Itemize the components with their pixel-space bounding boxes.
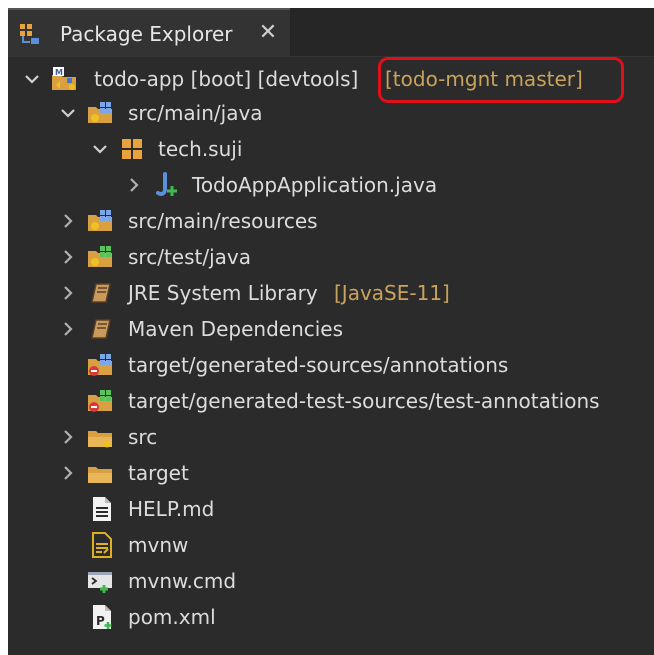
jre-version: [JavaSE-11] [334,281,450,305]
tree-item-label: pom.xml [128,605,216,629]
tree-item-label: HELP.md [128,497,215,521]
folder-icon [88,467,112,483]
tab-package-explorer[interactable]: Package Explorer ✕ [8,8,290,56]
package-icon [122,139,142,159]
tree-item-target[interactable]: target [8,456,654,490]
tree-item-label: TodoAppApplication.java [192,173,438,197]
chevron-right-icon[interactable] [58,319,78,339]
chevron-right-icon[interactable] [58,283,78,303]
tree-item-jre-system-library[interactable]: JRE System Library [JavaSE-11] [8,276,654,310]
package-explorer-view: Package Explorer ✕ M todo-app [boot] [de… [8,8,654,655]
tree-item-src-main-java[interactable]: src/main/java [8,96,654,130]
tree-item-generated-sources[interactable]: target/generated-sources/annotations [8,348,654,382]
library-icon [91,283,111,303]
package-explorer-icon [20,24,39,44]
tree-item-label: src/main/resources [128,209,318,233]
generated-source-folder-icon [88,354,112,376]
tree-item-label: target/generated-test-sources/test-annot… [128,389,600,413]
tree-item-label: tech.suji [158,137,243,161]
java-source-folder-icon [88,102,112,123]
tree-item-label: mvnw [128,533,189,557]
repository-branch: [todo-mgnt master] [385,67,583,91]
tab-title: Package Explorer [60,22,233,46]
tree-item-todo-app-application[interactable]: TodoAppApplication.java [8,168,654,202]
tree-item-tech-suji[interactable]: tech.suji [8,132,654,166]
tree-item-label: src/test/java [128,245,251,269]
tree-item-label: Maven Dependencies [128,317,344,341]
project-name: todo-app [boot] [devtools] [94,67,359,91]
tree-item-src-main-resources[interactable]: src/main/resources [8,204,654,238]
script-file-icon [92,532,112,558]
tree-item-label: src/main/java [128,101,263,125]
test-source-folder-icon [88,246,112,267]
tree-item-label: mvnw.cmd [128,569,237,593]
java-class-icon [156,172,177,196]
cmd-file-icon [88,572,112,593]
tree-item-label: target/generated-sources/annotations [128,353,509,377]
chevron-down-icon[interactable] [22,69,42,89]
tree-item-mvnw[interactable]: mvnw [8,528,654,562]
library-icon [91,319,111,339]
close-icon[interactable]: ✕ [256,21,280,45]
tree-item-pom-xml[interactable]: P pom.xml [8,600,654,634]
tree-item-src-test-java[interactable]: src/test/java [8,240,654,274]
maven-project-icon: M [52,67,76,90]
source-folder-icon [88,210,112,231]
chevron-down-icon[interactable] [58,103,78,123]
svg-text:P: P [96,614,105,628]
chevron-right-icon[interactable] [58,463,78,483]
chevron-right-icon[interactable] [58,427,78,447]
tree-item-project[interactable]: M todo-app [boot] [devtools] [todo-mgnt … [8,62,654,96]
tree-item-label: src [128,425,158,449]
chevron-down-icon[interactable] [90,139,110,159]
svg-text:M: M [55,68,63,77]
tree-item-src[interactable]: src [8,420,654,454]
chevron-right-icon[interactable] [58,247,78,267]
folder-icon [88,431,112,448]
chevron-right-icon[interactable] [124,175,144,195]
tree-item-label: target [128,461,189,485]
tree-item-maven-dependencies[interactable]: Maven Dependencies [8,312,654,346]
pom-file-icon: P [93,605,112,629]
generated-source-folder-icon [88,390,112,412]
tree-item-label: JRE System Library [128,281,318,305]
text-file-icon [93,497,111,521]
tree-item-mvnw-cmd[interactable]: mvnw.cmd [8,564,654,598]
chevron-right-icon[interactable] [58,211,78,231]
tree-item-generated-test-sources[interactable]: target/generated-test-sources/test-annot… [8,384,654,418]
view-tab-bar: Package Explorer ✕ [8,8,654,57]
tree-item-help-md[interactable]: HELP.md [8,492,654,526]
